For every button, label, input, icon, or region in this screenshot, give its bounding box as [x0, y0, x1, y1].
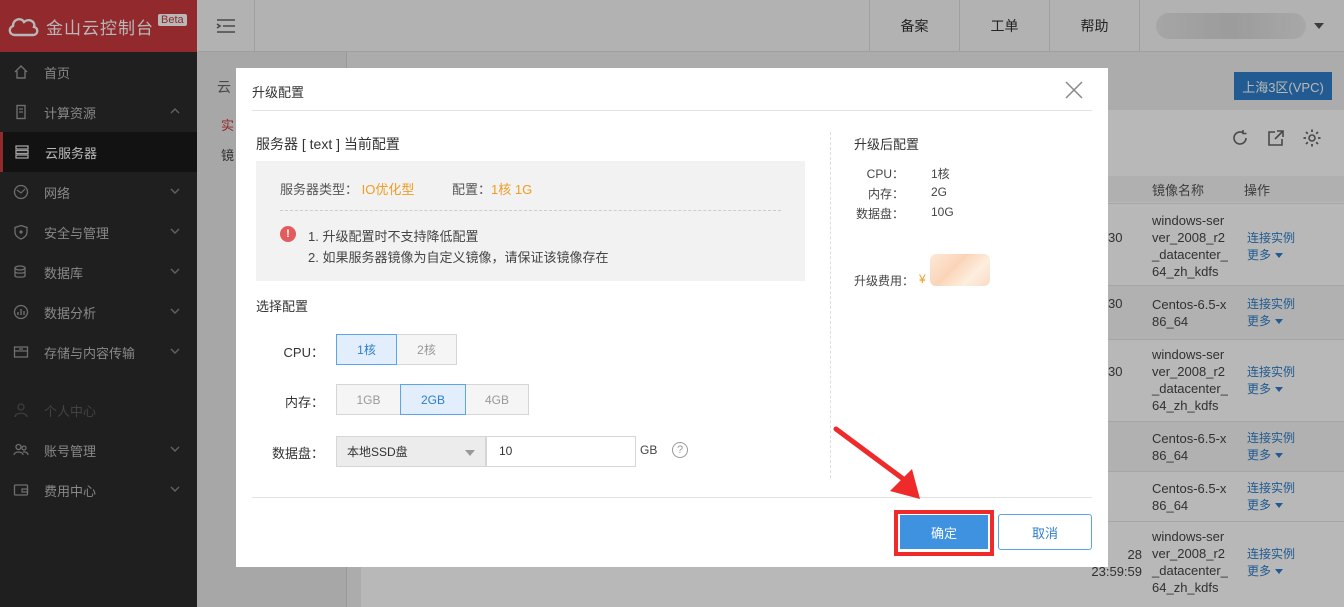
disk-size-input[interactable]: 10 [486, 436, 636, 467]
dialog-title: 升级配置 [252, 85, 305, 100]
disk-unit: GB [640, 443, 658, 457]
dialog-header-divider [252, 110, 1092, 111]
current-config-title: 服务器 [ text ] 当前配置 [256, 136, 400, 152]
after-memory-value: 2G [931, 185, 948, 199]
disk-label: 数据盘： [271, 446, 324, 461]
cpu-label: CPU： [283, 345, 324, 360]
cancel-button[interactable]: 取消 [998, 514, 1092, 550]
after-cpu-label: CPU： [866, 167, 904, 181]
warning-line-2: 2. 如果服务器镜像为自定义镜像，请保证该镜像存在 [308, 250, 609, 265]
current-config-box: 服务器类型： IO优化型 配置：1核 1G ! 1. 升级配置时不支持降低配置 … [256, 161, 805, 281]
annotation-arrow-icon [833, 426, 920, 499]
upgrade-fee-label: 升级费用： [854, 274, 915, 288]
memory-options: 1GB 2GB 4GB [336, 384, 529, 415]
upgrade-fee-currency: ¥ [919, 272, 926, 286]
close-icon[interactable] [1064, 80, 1084, 100]
memory-option-2gb[interactable]: 2GB [400, 384, 466, 415]
select-config-title: 选择配置 [256, 299, 309, 314]
cpu-option-2core[interactable]: 2核 [396, 334, 457, 365]
alert-icon: ! [280, 226, 296, 242]
memory-option-4gb[interactable]: 4GB [465, 384, 529, 415]
confirm-button[interactable]: 确定 [900, 515, 988, 549]
config-value: 1核 1G [491, 182, 533, 197]
after-memory-label: 内存： [867, 187, 904, 201]
server-type-value: IO优化型 [361, 182, 415, 197]
after-cpu-value: 1核 [931, 167, 950, 181]
dialog-footer-divider [252, 497, 1092, 498]
upgrade-config-dialog: 升级配置 服务器 [ text ] 当前配置 服务器类型： IO优化型 配置：1… [236, 68, 1108, 567]
after-config-title: 升级后配置 [854, 137, 920, 152]
memory-label: 内存： [284, 395, 324, 410]
help-icon[interactable]: ? [672, 442, 688, 458]
info-divider [280, 210, 781, 211]
memory-option-1gb[interactable]: 1GB [336, 384, 401, 415]
caret-down-icon [465, 450, 475, 456]
cpu-option-1core[interactable]: 1核 [336, 334, 397, 365]
config-label: 配置： [452, 182, 492, 197]
cpu-options: 1核 2核 [336, 334, 457, 365]
warning-line-1: 1. 升级配置时不支持降低配置 [308, 229, 479, 244]
current-config-summary: 服务器类型： IO优化型 配置：1核 1G [280, 179, 532, 198]
after-disk-value: 10G [931, 205, 954, 219]
after-disk-label: 数据盘： [856, 207, 905, 221]
server-type-label: 服务器类型： [280, 182, 359, 197]
disk-type-select[interactable]: 本地SSD盘 [336, 436, 486, 467]
upgrade-fee-blurred [930, 254, 990, 286]
disk-type-value: 本地SSD盘 [347, 445, 408, 459]
